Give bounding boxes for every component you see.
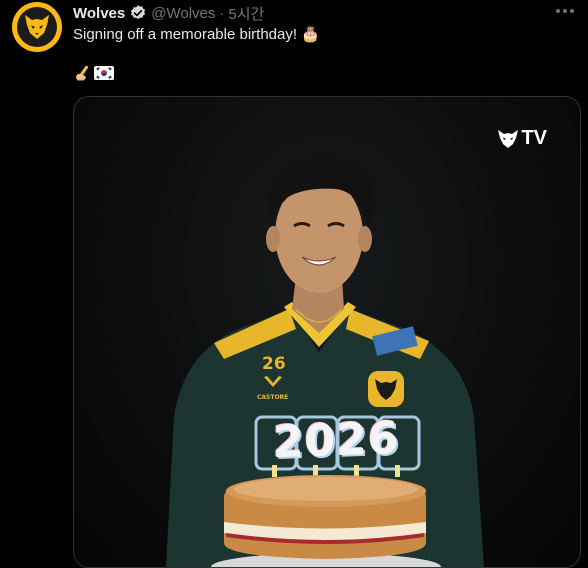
separator-dot: · xyxy=(219,4,225,22)
tweet-text: Signing off a memorable birthday! 🎂 xyxy=(73,26,320,43)
more-icon xyxy=(556,9,574,13)
writing-hand-icon xyxy=(76,65,89,81)
verified-badge-icon xyxy=(131,5,146,20)
emoji-line xyxy=(74,63,114,83)
player-photo: 26 CASTORE xyxy=(166,154,484,567)
timestamp[interactable]: 5시간 xyxy=(228,3,264,24)
author-name[interactable]: Wolves xyxy=(73,5,125,22)
cake-number-text: 2026 xyxy=(272,412,400,469)
author-handle[interactable]: @Wolves xyxy=(151,5,215,22)
tweet[interactable]: Wolves @Wolves · 5시간 Signing off a memor… xyxy=(0,0,588,568)
more-options-button[interactable] xyxy=(548,0,582,22)
jersey-number: 26 xyxy=(262,354,286,374)
tweet-media-video[interactable]: 26 CASTORE 2026 TV xyxy=(73,96,581,568)
sponsor-text: CASTORE xyxy=(257,394,288,401)
tv-label: TV xyxy=(521,127,547,149)
wolves-tv-logo-icon xyxy=(498,129,519,148)
author-avatar[interactable] xyxy=(12,2,62,52)
tweet-header: Wolves @Wolves · 5시간 xyxy=(73,3,264,23)
wolves-tv-badge: TV xyxy=(497,127,547,150)
cake-number: 2026 xyxy=(256,412,416,475)
korea-flag-icon xyxy=(94,66,114,80)
wolves-logo-icon xyxy=(25,15,49,39)
